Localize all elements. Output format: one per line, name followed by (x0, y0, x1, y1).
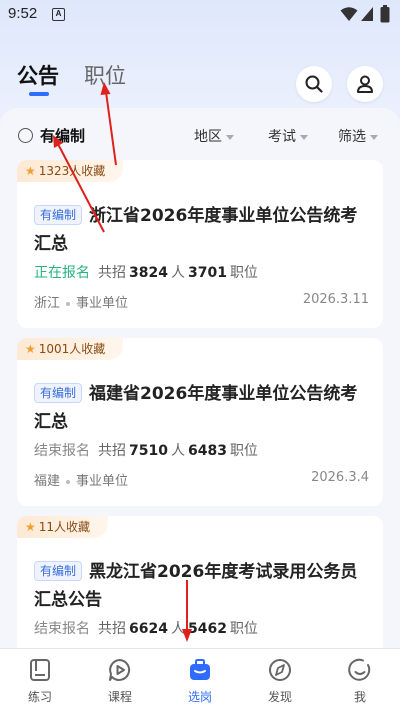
tab-notice-label: 公告 (17, 64, 59, 88)
status-bar: 9:52 A (0, 0, 400, 30)
established-filter-label[interactable]: 有编制 (40, 125, 85, 146)
recruit-info: 结束报名 共招 7510 人 6483 职位 (34, 440, 258, 460)
filter-dropdown-label: 筛选 (338, 129, 366, 145)
people-count: 7510 (129, 443, 168, 459)
nav-courses[interactable]: 课程 (80, 649, 160, 710)
recruit-info: 结束报名 共招 6624 人 5462 职位 (34, 618, 258, 638)
clock: 9:52 (8, 5, 38, 22)
briefcase-icon (190, 659, 210, 680)
notice-title: 有编制 黑龙江省2026年度考试录用公务员汇总公告 (34, 558, 374, 614)
positions-count: 3701 (187, 265, 227, 281)
notice-title: 有编制 福建省2026年度事业单位公告统考汇总 (34, 380, 374, 436)
people-unit: 人 (170, 265, 185, 281)
nav-me[interactable]: 我 (320, 649, 400, 710)
category: 事业单位 (76, 474, 129, 489)
user-button[interactable] (347, 66, 383, 102)
publish-date: 2026.3.11 (302, 292, 369, 307)
registration-status: 结束报名 (34, 443, 90, 459)
registration-status: 正在报名 (34, 265, 90, 281)
caret-down-icon (226, 134, 234, 140)
nav-job-select[interactable]: 选岗 (160, 649, 240, 710)
caret-down-icon (370, 134, 378, 140)
notification-icon: A (52, 8, 65, 21)
star-icon: ★ (25, 520, 36, 534)
people-unit: 人 (170, 443, 185, 459)
category: 事业单位 (76, 296, 129, 311)
nav-discover[interactable]: 发现 (240, 649, 320, 710)
nav-label: 我 (353, 690, 366, 704)
recruit-info: 正在报名 共招 3824 人 3701 职位 (34, 262, 258, 282)
positions-unit: 职位 (229, 443, 258, 459)
active-tab-indicator (29, 92, 49, 96)
filter-bar: 有编制 地区 考试 筛选 (0, 122, 400, 148)
notice-title: 有编制 浙江省2026年度事业单位公告统考汇总 (34, 202, 374, 258)
region-dropdown[interactable]: 地区 (194, 126, 234, 146)
registration-status: 结束报名 (34, 621, 90, 637)
book-icon (30, 659, 50, 681)
positions-unit: 职位 (229, 621, 258, 637)
favorites-count: 1323人收藏 (38, 164, 106, 178)
positions-count: 6483 (187, 443, 227, 459)
notice-title-text: 福建省2026年度事业单位公告统考汇总 (34, 384, 358, 432)
nav-label: 选岗 (187, 690, 212, 704)
province: 福建 (34, 474, 61, 489)
favorites-count: 1001人收藏 (38, 342, 106, 356)
bottom-nav: 练习 课程 选岗 发现 我 (0, 648, 400, 710)
play-icon (109, 659, 131, 681)
notice-meta: 福建 事业单位 2026.3.4 (34, 470, 369, 489)
people-unit: 人 (170, 621, 185, 637)
recruit-prefix: 共招 (98, 621, 126, 637)
wifi-icon (340, 7, 358, 21)
favorites-tag: ★ 1323人收藏 (17, 160, 124, 182)
smile-icon (348, 658, 371, 681)
people-count: 6624 (129, 621, 168, 637)
tab-position-label: 职位 (84, 64, 126, 88)
recruit-prefix: 共招 (98, 443, 126, 459)
tab-position[interactable]: 职位 (84, 60, 126, 90)
notice-meta: 浙江 事业单位 2026.3.11 (34, 292, 369, 311)
positions-count: 5462 (187, 621, 227, 637)
user-icon (357, 75, 373, 93)
notice-title-text: 浙江省2026年度事业单位公告统考汇总 (34, 206, 358, 254)
established-radio[interactable] (18, 128, 33, 143)
exam-dropdown-label: 考试 (268, 129, 296, 145)
region-dropdown-label: 地区 (194, 129, 222, 145)
battery-icon (380, 5, 390, 23)
province: 浙江 (34, 296, 61, 311)
caret-down-icon (300, 134, 308, 140)
separator-dot (66, 479, 71, 484)
search-icon (305, 75, 323, 93)
people-count: 3824 (129, 265, 168, 281)
established-badge: 有编制 (34, 205, 83, 225)
signal-icon (361, 7, 373, 21)
established-badge: 有编制 (34, 561, 83, 581)
star-icon: ★ (25, 164, 36, 178)
star-icon: ★ (25, 342, 36, 356)
tab-notice[interactable]: 公告 (17, 60, 59, 96)
search-button[interactable] (296, 66, 332, 102)
notice-card[interactable]: ★ 1323人收藏 有编制 浙江省2026年度事业单位公告统考汇总 正在报名 共招 38… (17, 160, 383, 328)
nav-practice[interactable]: 练习 (0, 649, 80, 710)
nav-label: 练习 (27, 690, 52, 704)
compass-icon (269, 659, 291, 681)
exam-dropdown[interactable]: 考试 (268, 126, 308, 146)
favorites-tag: ★ 1001人收藏 (17, 338, 124, 360)
notice-title-text: 黑龙江省2026年度考试录用公务员汇总公告 (34, 562, 358, 610)
nav-label: 课程 (107, 690, 132, 704)
favorites-tag: ★ 11人收藏 (17, 516, 109, 538)
favorites-count: 11人收藏 (38, 520, 91, 534)
notice-card[interactable]: ★ 1001人收藏 有编制 福建省2026年度事业单位公告统考汇总 结束报名 共招 75… (17, 338, 383, 506)
notice-card[interactable]: ★ 11人收藏 有编制 黑龙江省2026年度考试录用公务员汇总公告 结束报名 共招 66… (17, 516, 383, 656)
nav-label: 发现 (267, 690, 292, 704)
filter-dropdown[interactable]: 筛选 (338, 126, 378, 146)
positions-unit: 职位 (229, 265, 258, 281)
established-badge: 有编制 (34, 383, 83, 403)
publish-date: 2026.3.4 (311, 470, 369, 485)
separator-dot (66, 301, 71, 306)
recruit-prefix: 共招 (98, 265, 126, 281)
